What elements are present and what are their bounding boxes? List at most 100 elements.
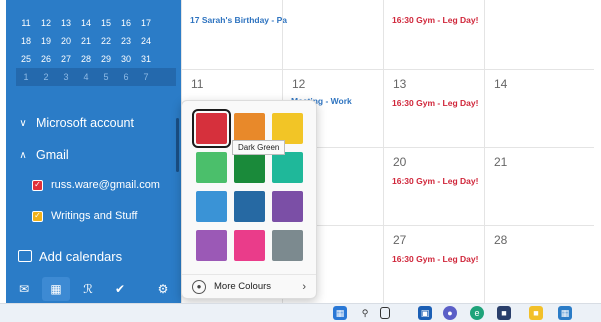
day-number: 12 (292, 77, 306, 91)
mini-calendar-day[interactable]: 30 (116, 50, 136, 68)
mini-calendar-day[interactable]: 15 (96, 14, 116, 32)
mail-icon[interactable]: ✉ (10, 277, 38, 301)
colour-swatch[interactable] (234, 230, 265, 261)
day-cell[interactable]: 21 (484, 147, 594, 225)
mini-calendar-day[interactable]: 12 (36, 14, 56, 32)
event-birthday[interactable]: 17 Sarah's Birthday - Pa (190, 15, 287, 25)
day-number: 14 (494, 77, 508, 91)
checkbox-checked-icon[interactable]: ✓ (32, 179, 43, 191)
calendar-icon[interactable]: ▦ (42, 276, 70, 301)
todo-icon[interactable]: ✔ (106, 277, 134, 301)
taskview-icon[interactable] (380, 307, 390, 319)
settings-icon[interactable]: ⚙ (149, 277, 177, 301)
day-cell[interactable]: 20 16:30 Gym - Leg Day! (383, 147, 484, 225)
event-gym[interactable]: 16:30 Gym - Leg Day! (392, 15, 478, 25)
mini-calendar-week: 18 19 20 21 22 23 24 (16, 32, 176, 50)
calendar-app-window: 11 12 13 14 15 16 17 18 19 20 21 22 23 2… (0, 0, 601, 322)
day-cell[interactable]: 27 16:30 Gym - Leg Day! (383, 225, 484, 303)
widgets-icon[interactable]: ▣ (418, 306, 432, 320)
mini-calendar-day[interactable]: 20 (56, 32, 76, 50)
more-colours-button[interactable]: ● More Colours › (182, 274, 316, 298)
colour-swatch[interactable] (272, 191, 303, 222)
mini-calendar-day[interactable]: 27 (56, 50, 76, 68)
mini-calendar-day[interactable]: 18 (16, 32, 36, 50)
event-gym[interactable]: 16:30 Gym - Leg Day! (392, 176, 478, 186)
mini-calendar-day[interactable]: 31 (136, 50, 156, 68)
day-cell[interactable]: 13 16:30 Gym - Leg Day! (383, 69, 484, 147)
mini-calendar-day[interactable]: 6 (116, 68, 136, 86)
gmail-label: Gmail (36, 148, 69, 162)
mini-calendar-day[interactable]: 3 (56, 68, 76, 86)
colour-swatch[interactable] (234, 152, 265, 183)
day-cell[interactable]: 16:30 Gym - Leg Day! (383, 0, 484, 69)
checkbox-checked-icon[interactable]: ✓ (32, 210, 43, 222)
mini-calendar-day[interactable]: 7 (136, 68, 156, 86)
mini-calendar-day[interactable]: 2 (36, 68, 56, 86)
colour-swatch[interactable] (196, 230, 227, 261)
microsoft-account-label: Microsoft account (36, 116, 134, 130)
day-cell[interactable] (282, 0, 383, 69)
event-gym[interactable]: 16:30 Gym - Leg Day! (392, 254, 478, 264)
microsoft-account-group[interactable]: ∨ Microsoft account (16, 112, 134, 134)
chat-icon[interactable]: ● (443, 306, 457, 320)
colour-swatch[interactable] (196, 191, 227, 222)
colour-swatch[interactable] (234, 191, 265, 222)
chevron-down-icon: ∨ (19, 117, 27, 129)
mini-calendar-day[interactable]: 4 (76, 68, 96, 86)
mini-calendar-day[interactable]: 25 (16, 50, 36, 68)
more-colours-label: More Colours (214, 281, 272, 292)
colour-swatch[interactable] (196, 152, 227, 183)
colour-swatch[interactable] (272, 230, 303, 261)
mini-calendar-day[interactable]: 5 (96, 68, 116, 86)
day-cell[interactable]: 14 (484, 69, 594, 147)
mini-calendar-day[interactable]: 28 (76, 50, 96, 68)
mini-calendar-day[interactable]: 22 (96, 32, 116, 50)
mini-calendar-day[interactable]: 19 (36, 32, 56, 50)
mini-calendar-day[interactable]: 26 (36, 50, 56, 68)
colour-picker-popup: ● More Colours › (181, 100, 317, 299)
colour-swatch[interactable] (192, 109, 231, 148)
calendar-app-icon[interactable]: ▦ (558, 306, 572, 320)
mini-calendar-day[interactable]: 29 (96, 50, 116, 68)
sidebar: 11 12 13 14 15 16 17 18 19 20 21 22 23 2… (6, 0, 181, 303)
event-gym[interactable]: 16:30 Gym - Leg Day! (392, 98, 478, 108)
add-calendars-button[interactable]: Add calendars (18, 245, 122, 267)
palette-icon: ● (192, 279, 206, 294)
mini-calendar-day[interactable]: 23 (116, 32, 136, 50)
calendar-item-label: Writings and Stuff (51, 210, 138, 222)
day-cell[interactable]: 17 Sarah's Birthday - Pa (181, 0, 287, 69)
people-icon[interactable]: ℛ (74, 277, 102, 301)
store-icon[interactable]: ■ (497, 306, 511, 320)
edge-icon[interactable]: e (470, 306, 484, 320)
swatch-tooltip: Dark Green (232, 140, 286, 155)
gmail-group[interactable]: ∧ Gmail (16, 144, 69, 166)
colour-swatch[interactable] (272, 152, 303, 183)
day-number: 27 (393, 233, 407, 247)
mini-calendar-week: 25 26 27 28 29 30 31 (16, 50, 176, 68)
mini-calendar-day[interactable]: 21 (76, 32, 96, 50)
mini-calendar-day[interactable]: 16 (116, 14, 136, 32)
mini-calendar-week: 11 12 13 14 15 16 17 (16, 14, 176, 32)
calendar-item-russ[interactable]: ✓ russ.ware@gmail.com (32, 174, 160, 196)
files-icon[interactable]: ■ (529, 306, 543, 320)
calendar-item-writings[interactable]: ✓ Writings and Stuff (32, 205, 137, 227)
mini-calendar-day[interactable]: 17 (136, 14, 156, 32)
day-cell[interactable]: 28 (484, 225, 594, 303)
mini-calendar-day[interactable]: 11 (16, 14, 36, 32)
mini-calendar-day[interactable]: 1 (16, 68, 36, 86)
mini-calendar-week: 1 2 3 4 5 6 7 (16, 68, 176, 86)
day-number: 11 (191, 77, 204, 91)
start-icon[interactable]: ▦ (333, 306, 347, 320)
day-cell[interactable] (484, 0, 594, 69)
mini-calendar-day[interactable]: 13 (56, 14, 76, 32)
day-number: 20 (393, 155, 407, 169)
sidebar-scrollbar[interactable] (176, 118, 179, 172)
add-calendars-label: Add calendars (39, 248, 123, 264)
day-number: 13 (393, 77, 407, 91)
day-number: 28 (494, 233, 508, 247)
mini-calendar-day[interactable]: 14 (76, 14, 96, 32)
app-switcher-bar: ✉ ▦ ℛ ✔ ⚙ (6, 274, 181, 303)
mini-calendar-day[interactable]: 24 (136, 32, 156, 50)
add-calendar-icon (18, 250, 32, 262)
search-icon[interactable]: ⚲ (358, 306, 372, 320)
